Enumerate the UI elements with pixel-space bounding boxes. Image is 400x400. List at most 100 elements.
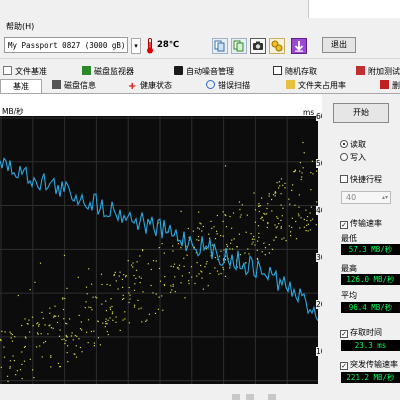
copy-text-icon[interactable] [231, 38, 247, 54]
magnifier-icon [206, 80, 215, 89]
download-icon[interactable] [291, 38, 307, 54]
checkmark-icon: ✓ [340, 362, 348, 370]
access-time-point [109, 308, 112, 310]
access-time-point [170, 291, 172, 293]
access-time-point [78, 338, 80, 340]
access-time-point [24, 318, 26, 320]
access-time-point [63, 254, 66, 256]
access-time-point [110, 298, 112, 300]
access-time-point [214, 238, 217, 240]
dropdown-arrow-icon[interactable]: ▾ [131, 38, 141, 54]
access-time-point [63, 318, 65, 320]
access-time-point [298, 206, 300, 208]
access-time-point [264, 247, 267, 249]
access-time-point [225, 226, 228, 228]
access-time-point [97, 321, 99, 323]
access-time-point [180, 210, 182, 212]
tab-error-scan[interactable]: 错误扫描 [206, 79, 250, 93]
tab-row-top: 文件基准 磁盘监视器 自动噪音管理 随机存取 附加测试 [0, 65, 400, 79]
access-time-point [145, 320, 147, 322]
access-time-point [216, 214, 218, 217]
access-time-checkbox[interactable]: ✓ 存取时间 [340, 327, 382, 338]
access-time-point [86, 331, 88, 333]
copy-icon[interactable] [212, 38, 228, 54]
access-time-point [139, 255, 141, 257]
access-time-point [142, 291, 144, 293]
tab-file-benchmark[interactable]: 文件基准 [3, 65, 47, 79]
access-time-point [216, 230, 218, 232]
access-time-point [9, 366, 11, 368]
access-time-point [49, 312, 51, 314]
access-time-point [0, 338, 2, 341]
tab-disk-monitor[interactable]: 磁盘监视器 [82, 65, 134, 79]
start-button[interactable]: 开始 [333, 103, 389, 123]
access-time-point [147, 263, 149, 265]
access-time-point [164, 284, 166, 286]
access-time-point [4, 331, 6, 333]
access-time-point [14, 336, 16, 338]
transfer-rate-checkbox[interactable]: ✓ 传输速率 [340, 218, 382, 229]
access-time-point [246, 214, 248, 216]
access-time-point [69, 318, 71, 320]
tab-aam[interactable]: 自动噪音管理 [174, 65, 234, 79]
exit-button[interactable]: 退出 [322, 37, 356, 53]
short-stroke-checkbox[interactable]: 快捷行程 [340, 174, 382, 185]
access-time-point [84, 307, 86, 309]
access-time-point [280, 178, 283, 180]
access-time-point [288, 225, 290, 227]
drive-select[interactable]: My Passport 0827 (3000 gB) [4, 37, 128, 53]
tab-random-access[interactable]: 随机存取 [273, 65, 317, 79]
tab-extra-tests[interactable]: 附加测试 [356, 65, 400, 79]
file-icon [3, 66, 12, 75]
camera-icon[interactable] [250, 38, 266, 54]
access-time-point [254, 221, 256, 223]
access-time-point [105, 310, 107, 312]
tab-benchmark[interactable]: 基准 [0, 79, 42, 94]
access-time-point [10, 337, 12, 339]
access-time-point [39, 262, 42, 264]
access-time-point [75, 345, 77, 347]
access-time-point [216, 270, 219, 272]
access-time-point [274, 195, 276, 197]
access-time-point [74, 334, 76, 337]
access-time-point [197, 227, 199, 229]
access-time-point [188, 282, 190, 285]
access-time-point [180, 247, 182, 249]
access-time-point [122, 319, 124, 321]
access-time-point [106, 330, 108, 333]
read-radio[interactable]: 读取 [340, 139, 366, 150]
access-time-point [206, 261, 208, 263]
access-time-point [213, 226, 215, 228]
access-time-point [204, 266, 206, 268]
access-time-point [232, 212, 235, 214]
menu-help[interactable]: 帮助(H) [6, 21, 34, 32]
access-time-point [138, 276, 140, 278]
stroke-spinner[interactable]: 40 ▴▾ [341, 191, 391, 204]
options-icon[interactable] [269, 38, 285, 54]
access-time-point [6, 375, 9, 377]
tab-disk-info[interactable]: 磁盘信息 [52, 79, 96, 93]
tab-erase[interactable]: 删 [380, 79, 400, 93]
access-time-point [261, 216, 263, 218]
write-radio[interactable]: 写入 [340, 152, 366, 163]
access-time-point [295, 220, 297, 223]
access-time-point [303, 218, 305, 221]
access-time-point [300, 178, 302, 181]
access-time-point [100, 273, 103, 275]
access-time-point [258, 210, 260, 213]
access-time-point [106, 323, 108, 325]
access-time-point [236, 266, 238, 268]
access-time-point [245, 231, 247, 233]
access-time-point [192, 230, 194, 232]
access-time-point [310, 206, 312, 208]
tab-row-bottom: 基准 磁盘信息 + 健康状态 错误扫描 文件夹占用率 删 [0, 79, 400, 94]
burst-rate-checkbox[interactable]: ✓ 突发传输速率 [340, 359, 398, 370]
tab-health[interactable]: + 健康状态 [128, 79, 172, 93]
min-label: 最低 [341, 234, 357, 243]
access-time-point [65, 336, 68, 338]
access-time-point [137, 299, 139, 301]
access-time-point [200, 264, 202, 267]
tab-folder-usage[interactable]: 文件夹占用率 [286, 79, 346, 93]
access-time-point [1, 330, 3, 332]
access-time-point [125, 275, 127, 277]
